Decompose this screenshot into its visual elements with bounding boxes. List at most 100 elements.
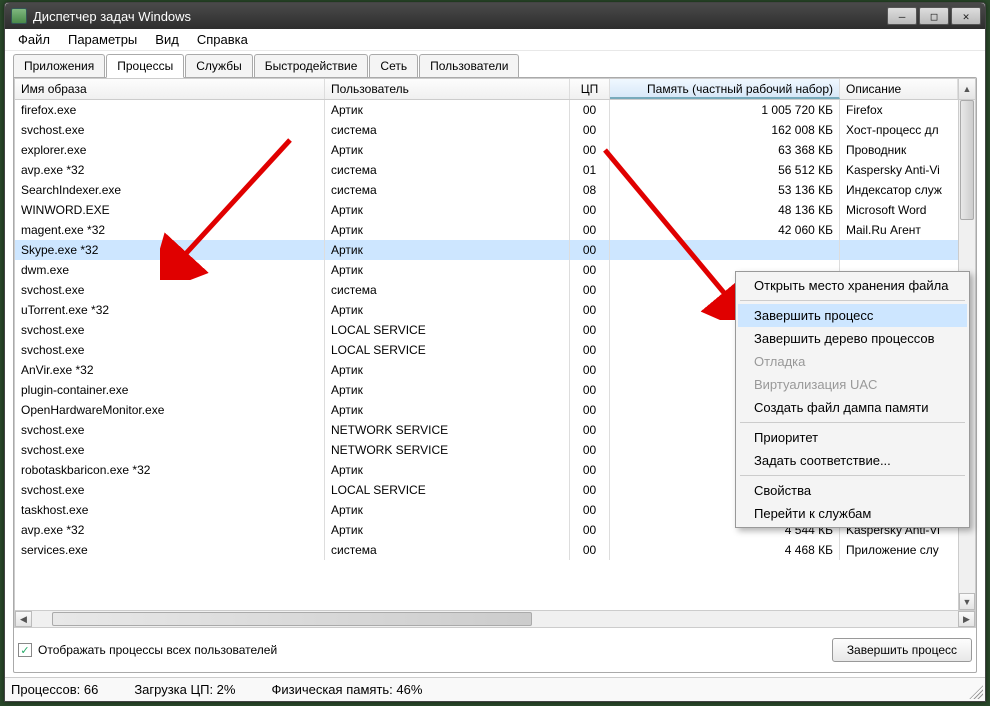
cell-cpu: 00	[570, 400, 610, 420]
cell-memory: 56 512 КБ	[610, 160, 840, 180]
cm-open-file-location[interactable]: Открыть место хранения файла	[738, 274, 967, 297]
table-row[interactable]: WINWORD.EXEАртик0048 136 КБMicrosoft Wor…	[15, 200, 975, 220]
cell-user: Артик	[325, 220, 570, 240]
cell-user: Артик	[325, 300, 570, 320]
minimize-button[interactable]: —	[887, 7, 917, 25]
cell-cpu: 00	[570, 480, 610, 500]
table-row[interactable]: services.exeсистема004 468 КБПриложение …	[15, 540, 975, 560]
window-buttons: — □ ✕	[887, 7, 985, 25]
title-bar[interactable]: Диспетчер задач Windows — □ ✕	[5, 3, 985, 29]
cell-user: NETWORK SERVICE	[325, 420, 570, 440]
cell-user: система	[325, 280, 570, 300]
menu-help[interactable]: Справка	[188, 30, 257, 49]
hscrollbar-thumb[interactable]	[52, 612, 532, 626]
cell-image-name: svchost.exe	[15, 120, 325, 140]
show-all-users-checkbox[interactable]: ✓	[18, 643, 32, 657]
cell-cpu: 00	[570, 120, 610, 140]
scroll-right-icon[interactable]: ▶	[958, 611, 975, 627]
cell-cpu: 00	[570, 100, 610, 120]
cm-separator	[740, 300, 965, 301]
resize-grip-icon[interactable]	[969, 685, 983, 699]
cell-user: система	[325, 120, 570, 140]
cell-memory: 162 008 КБ	[610, 120, 840, 140]
tab-processes[interactable]: Процессы	[106, 54, 184, 78]
scroll-down-icon[interactable]: ▼	[959, 593, 975, 610]
table-row[interactable]: SearchIndexer.exeсистема0853 136 КБИндек…	[15, 180, 975, 200]
cell-user: Артик	[325, 360, 570, 380]
cell-image-name: avp.exe *32	[15, 520, 325, 540]
cell-image-name: SearchIndexer.exe	[15, 180, 325, 200]
cell-user: Артик	[325, 520, 570, 540]
cell-memory	[610, 240, 840, 260]
menu-options[interactable]: Параметры	[59, 30, 146, 49]
cm-end-process[interactable]: Завершить процесс	[738, 304, 967, 327]
cell-description: Индексатор служ	[840, 180, 975, 200]
header-cpu[interactable]: ЦП	[570, 79, 610, 99]
cell-user: система	[325, 540, 570, 560]
scroll-up-icon[interactable]: ▲	[958, 79, 975, 99]
tab-bar: Приложения Процессы Службы Быстродействи…	[5, 51, 985, 77]
close-button[interactable]: ✕	[951, 7, 981, 25]
cell-user: NETWORK SERVICE	[325, 440, 570, 460]
hscrollbar-track[interactable]	[32, 611, 958, 627]
cell-image-name: Skype.exe *32	[15, 240, 325, 260]
cell-cpu: 00	[570, 420, 610, 440]
table-row[interactable]: svchost.exeсистема00162 008 КБХост-проце…	[15, 120, 975, 140]
cell-user: LOCAL SERVICE	[325, 320, 570, 340]
table-row[interactable]: avp.exe *32система0156 512 КБKaspersky A…	[15, 160, 975, 180]
scrollbar-thumb[interactable]	[960, 100, 974, 220]
cell-image-name: svchost.exe	[15, 480, 325, 500]
menu-file[interactable]: Файл	[9, 30, 59, 49]
table-row[interactable]: firefox.exeАртик001 005 720 КБFirefox	[15, 100, 975, 120]
tab-applications[interactable]: Приложения	[13, 54, 105, 77]
header-description[interactable]: Описание	[840, 79, 958, 99]
cell-cpu: 00	[570, 260, 610, 280]
cell-description: Microsoft Word	[840, 200, 975, 220]
cell-description: Firefox	[840, 100, 975, 120]
cell-memory: 53 136 КБ	[610, 180, 840, 200]
cell-user: Артик	[325, 200, 570, 220]
end-process-button[interactable]: Завершить процесс	[832, 638, 972, 662]
cell-image-name: svchost.exe	[15, 440, 325, 460]
cell-user: Артик	[325, 380, 570, 400]
cell-image-name: svchost.exe	[15, 320, 325, 340]
cell-user: Артик	[325, 140, 570, 160]
menu-view[interactable]: Вид	[146, 30, 188, 49]
cell-image-name: OpenHardwareMonitor.exe	[15, 400, 325, 420]
maximize-button[interactable]: □	[919, 7, 949, 25]
cell-description: Kaspersky Anti-Vi	[840, 160, 975, 180]
cm-end-process-tree[interactable]: Завершить дерево процессов	[738, 327, 967, 350]
cm-separator	[740, 475, 965, 476]
tab-users[interactable]: Пользователи	[419, 54, 519, 77]
cm-properties[interactable]: Свойства	[738, 479, 967, 502]
tab-services[interactable]: Службы	[185, 54, 252, 77]
cell-description: Хост-процесс дл	[840, 120, 975, 140]
cell-user: LOCAL SERVICE	[325, 480, 570, 500]
cell-cpu: 00	[570, 520, 610, 540]
scroll-left-icon[interactable]: ◀	[15, 611, 32, 627]
header-user[interactable]: Пользователь	[325, 79, 570, 99]
tab-network[interactable]: Сеть	[369, 54, 418, 77]
cell-cpu: 01	[570, 160, 610, 180]
tab-performance[interactable]: Быстродействие	[254, 54, 369, 77]
cm-priority[interactable]: Приоритет	[738, 426, 967, 449]
horizontal-scrollbar[interactable]: ◀ ▶	[14, 611, 976, 628]
cm-set-affinity[interactable]: Задать соответствие...	[738, 449, 967, 472]
table-row[interactable]: explorer.exeАртик0063 368 КБПроводник	[15, 140, 975, 160]
cell-description: Mail.Ru Агент	[840, 220, 975, 240]
context-menu: Открыть место хранения файла Завершить п…	[735, 271, 970, 528]
cell-user: Артик	[325, 240, 570, 260]
cm-create-dump[interactable]: Создать файл дампа памяти	[738, 396, 967, 419]
cell-memory: 4 468 КБ	[610, 540, 840, 560]
cm-goto-services[interactable]: Перейти к службам	[738, 502, 967, 525]
cell-image-name: svchost.exe	[15, 340, 325, 360]
cell-image-name: magent.exe *32	[15, 220, 325, 240]
header-image-name[interactable]: Имя образа	[15, 79, 325, 99]
cell-image-name: AnVir.exe *32	[15, 360, 325, 380]
cell-image-name: dwm.exe	[15, 260, 325, 280]
cell-cpu: 00	[570, 280, 610, 300]
table-row[interactable]: Skype.exe *32Артик00	[15, 240, 975, 260]
table-row[interactable]: magent.exe *32Артик0042 060 КБMail.Ru Аг…	[15, 220, 975, 240]
window-title: Диспетчер задач Windows	[33, 9, 191, 24]
header-memory[interactable]: Память (частный рабочий набор)	[610, 79, 840, 99]
